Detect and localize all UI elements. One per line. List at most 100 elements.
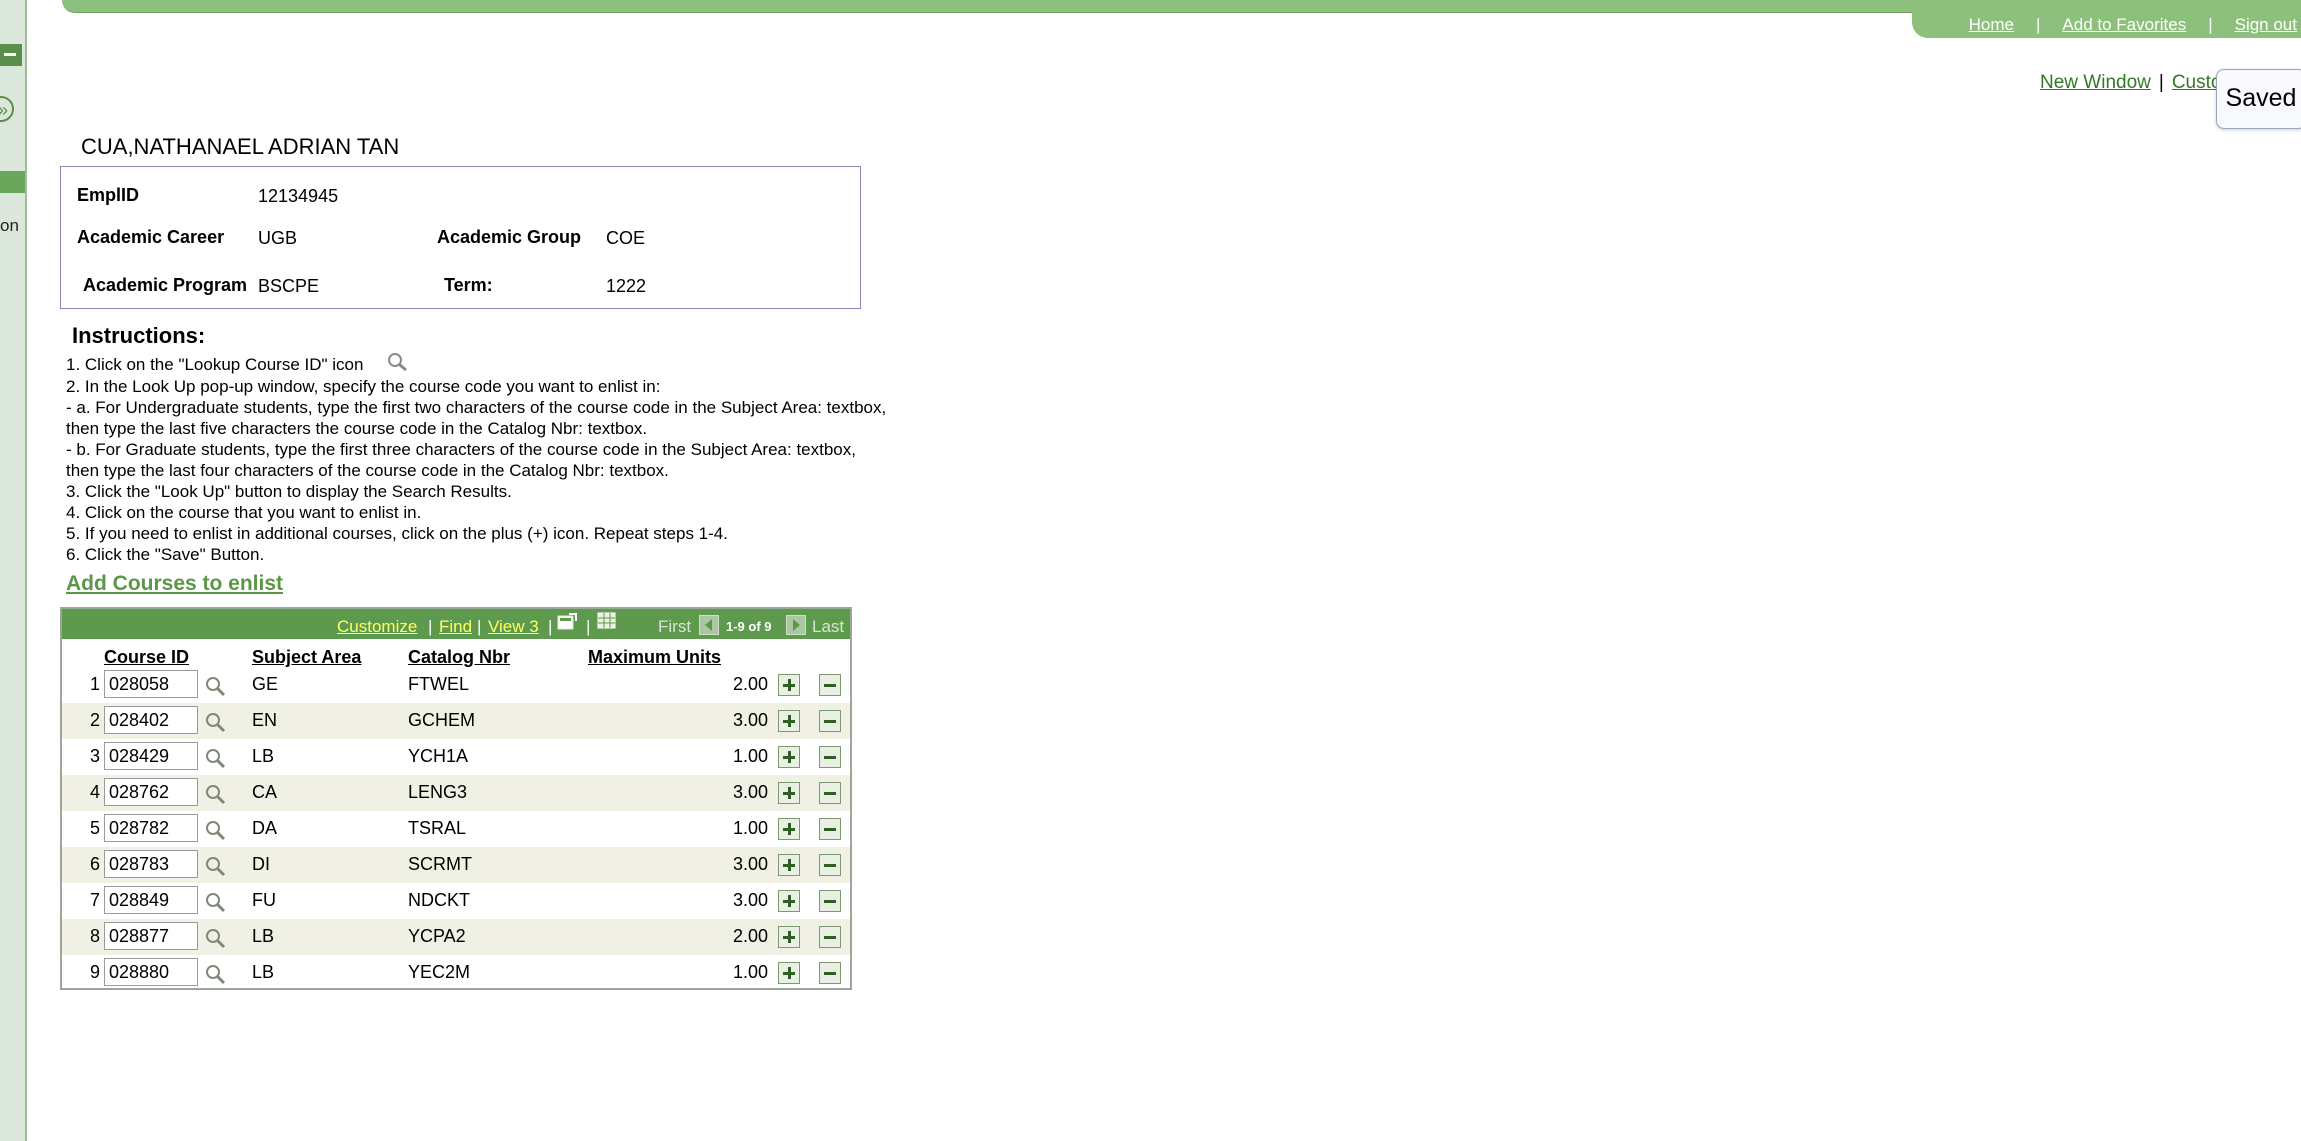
header-separator: | — [2208, 15, 2213, 34]
column-header-course-id[interactable]: Course ID — [104, 647, 189, 668]
course-id-input[interactable] — [104, 922, 198, 950]
course-id-input[interactable] — [104, 850, 198, 878]
customize-page-link[interactable]: Custo — [2172, 72, 2222, 93]
lookup-course-id-icon[interactable] — [204, 963, 226, 985]
instruction-line: then type the last five characters the c… — [66, 418, 648, 438]
academic-career-label: Academic Career — [77, 227, 225, 247]
instructions-title: Instructions: — [72, 323, 206, 348]
grid-customize-link[interactable]: Customize — [337, 617, 417, 637]
term-label: Term: — [444, 275, 493, 295]
maximum-units-value: 2.00 — [732, 674, 768, 694]
grid-first-label[interactable]: First — [658, 617, 691, 637]
add-row-icon[interactable] — [778, 782, 800, 804]
add-row-icon[interactable] — [778, 818, 800, 840]
add-row-icon[interactable] — [778, 890, 800, 912]
catalog-nbr-value: LENG3 — [408, 782, 468, 802]
subject-area-value: DI — [252, 854, 270, 874]
row-number: 8 — [89, 926, 100, 946]
lookup-course-id-icon[interactable] — [204, 855, 226, 877]
row-number: 3 — [89, 746, 100, 766]
table-row: 1 GE FTWEL 2.00 — [62, 667, 850, 703]
delete-row-icon[interactable] — [819, 890, 841, 912]
course-id-input[interactable] — [104, 778, 198, 806]
delete-row-icon[interactable] — [819, 818, 841, 840]
academic-career-value: UGB — [258, 228, 298, 248]
lookup-course-id-icon[interactable] — [204, 927, 226, 949]
table-row: 8 LB YCPA2 2.00 — [62, 919, 850, 955]
home-link[interactable]: Home — [1969, 15, 2014, 35]
maximum-units-value: 3.00 — [732, 782, 768, 802]
course-id-input[interactable] — [104, 742, 198, 770]
course-id-input[interactable] — [104, 706, 198, 734]
column-header-maximum-units[interactable]: Maximum Units — [588, 647, 721, 668]
maximum-units-value: 3.00 — [732, 890, 768, 910]
maximum-units-value: 2.00 — [732, 926, 768, 946]
download-icon[interactable] — [557, 613, 577, 631]
catalog-nbr-value: YCH1A — [408, 746, 469, 766]
table-row: 3 LB YCH1A 1.00 — [62, 739, 850, 775]
grid-last-label[interactable]: Last — [812, 617, 844, 637]
grid-header-row: Course ID Subject Area Catalog Nbr Maxim… — [62, 639, 850, 667]
header-links: Home | Add to Favorites | Sign out — [1912, 12, 2301, 38]
delete-row-icon[interactable] — [819, 854, 841, 876]
grid-view-all-link[interactable]: View 3 — [488, 617, 539, 637]
lookup-course-id-icon[interactable] — [204, 675, 226, 697]
delete-row-icon[interactable] — [819, 926, 841, 948]
delete-row-icon[interactable] — [819, 746, 841, 768]
left-nav-band — [0, 171, 25, 193]
delete-row-icon[interactable] — [819, 962, 841, 984]
instruction-line: 5. If you need to enlist in additional c… — [66, 523, 728, 543]
delete-row-icon[interactable] — [819, 710, 841, 732]
delete-row-icon[interactable] — [819, 674, 841, 696]
collapse-icon[interactable] — [0, 44, 22, 66]
catalog-nbr-value: TSRAL — [408, 818, 467, 838]
course-id-input[interactable] — [104, 814, 198, 842]
lookup-course-id-icon[interactable] — [204, 783, 226, 805]
catalog-nbr-value: GCHEM — [408, 710, 475, 730]
next-arrow-icon[interactable] — [786, 615, 806, 635]
student-name: CUA,NATHANAEL ADRIAN TAN — [81, 134, 400, 159]
lookup-course-id-icon[interactable] — [204, 819, 226, 841]
column-header-subject-area[interactable]: Subject Area — [252, 647, 361, 668]
instruction-line: 2. In the Look Up pop-up window, specify… — [66, 376, 661, 396]
course-id-input[interactable] — [104, 958, 198, 986]
table-row: 5 DA TSRAL 1.00 — [62, 811, 850, 847]
catalog-nbr-value: YEC2M — [408, 962, 471, 982]
show-all-columns-icon[interactable] — [597, 612, 617, 630]
instruction-line: 6. Click the "Save" Button. — [66, 544, 265, 564]
lookup-course-id-icon[interactable] — [204, 711, 226, 733]
add-to-favorites-link[interactable]: Add to Favorites — [2062, 15, 2186, 35]
academic-program-value: BSCPE — [258, 276, 320, 296]
column-header-catalog-nbr[interactable]: Catalog Nbr — [408, 647, 510, 668]
add-row-icon[interactable] — [778, 962, 800, 984]
subject-area-value: DA — [252, 818, 278, 838]
instruction-line: then type the last four characters of th… — [66, 460, 669, 480]
maximum-units-value: 1.00 — [732, 818, 768, 838]
student-info-box: EmplID 12134945 Academic Career UGB Acad… — [60, 166, 861, 309]
subject-area-value: LB — [252, 746, 275, 766]
academic-group-label: Academic Group — [437, 227, 582, 247]
instructions-list: 1. Click on the "Lookup Course ID" icon … — [66, 352, 966, 565]
lookup-course-id-icon[interactable] — [204, 747, 226, 769]
new-window-link[interactable]: New Window — [2040, 72, 2151, 93]
lookup-course-id-icon[interactable] — [204, 891, 226, 913]
instruction-line: 3. Click the "Look Up" button to display… — [66, 481, 512, 501]
previous-arrow-icon[interactable] — [699, 615, 719, 635]
grid-find-link[interactable]: Find — [439, 617, 472, 637]
row-number: 4 — [89, 782, 100, 802]
add-row-icon[interactable] — [778, 926, 800, 948]
instruction-line: - b. For Graduate students, type the fir… — [66, 439, 856, 459]
course-id-input[interactable] — [104, 886, 198, 914]
emplid-label: EmplID — [77, 185, 140, 205]
course-id-input[interactable] — [104, 670, 198, 698]
add-row-icon[interactable] — [778, 710, 800, 732]
subject-area-value: LB — [252, 962, 275, 982]
add-row-icon[interactable] — [778, 746, 800, 768]
add-row-icon[interactable] — [778, 854, 800, 876]
saved-status-button[interactable]: Saved — [2216, 69, 2301, 129]
add-row-icon[interactable] — [778, 674, 800, 696]
emplid-value: 12134945 — [258, 186, 339, 206]
delete-row-icon[interactable] — [819, 782, 841, 804]
sign-out-link[interactable]: Sign out — [2235, 15, 2297, 35]
subject-area-value: LB — [252, 926, 275, 946]
